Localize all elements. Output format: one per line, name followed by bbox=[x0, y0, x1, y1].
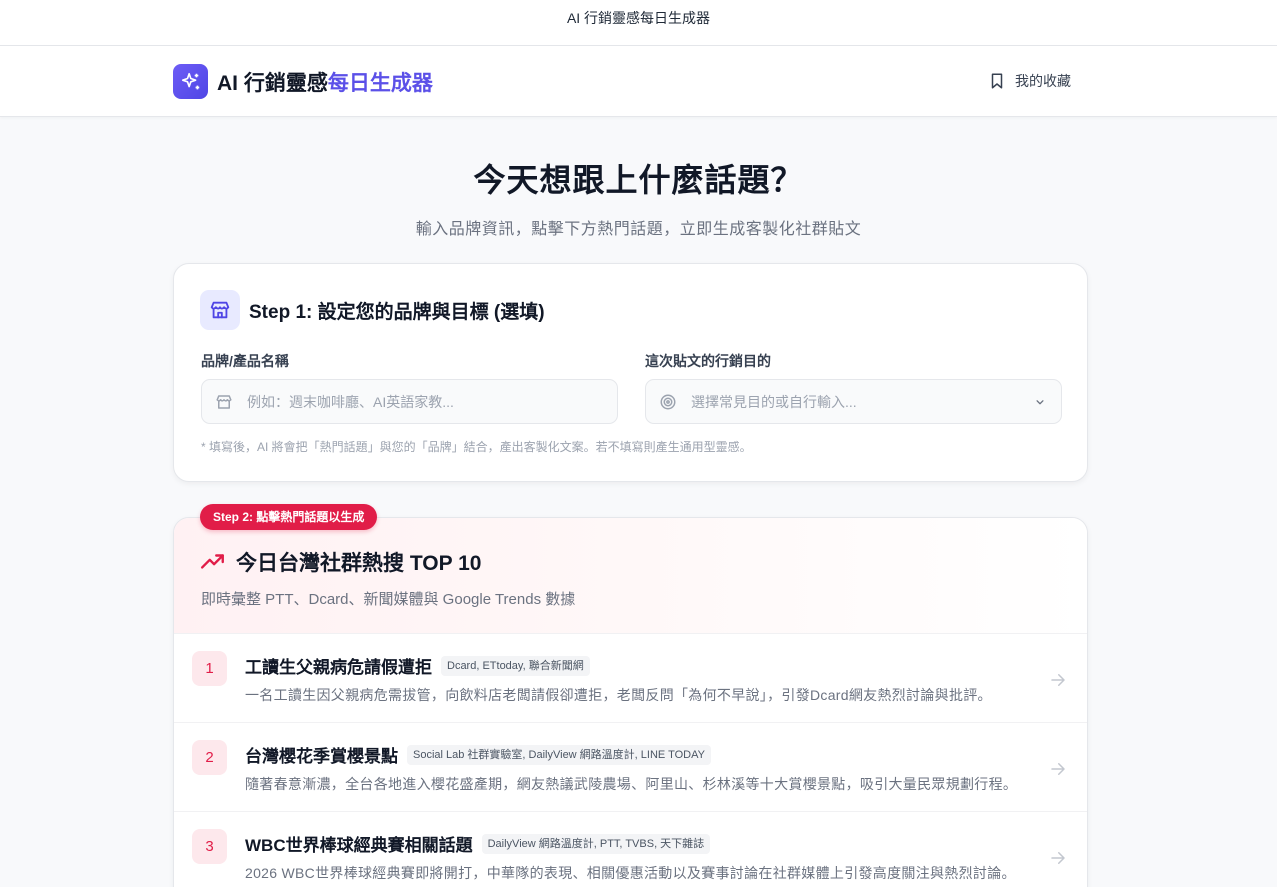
brand-title: AI 行銷靈感每日生成器 bbox=[217, 71, 433, 95]
trending-title: 今日台灣社群熱搜 TOP 10 bbox=[236, 552, 482, 575]
brand-name-field[interactable] bbox=[201, 379, 618, 424]
store-icon bbox=[200, 290, 240, 330]
trending-title-row: 今日台灣社群熱搜 TOP 10 bbox=[200, 547, 481, 577]
trending-up-icon bbox=[200, 554, 224, 569]
topic-rank: 3 bbox=[192, 829, 227, 864]
topic-item[interactable]: 2 台灣櫻花季賞櫻景點 Social Lab 社群實驗室, DailyView … bbox=[174, 723, 1087, 812]
store-icon bbox=[216, 394, 232, 409]
topic-rank: 1 bbox=[192, 651, 227, 686]
goal-field[interactable] bbox=[645, 379, 1062, 424]
step1-header: Step 1: 設定您的品牌與目標 (選填) bbox=[200, 290, 545, 330]
window-title: AI 行銷靈感每日生成器 bbox=[0, 0, 1277, 46]
favorites-label: 我的收藏 bbox=[1015, 73, 1071, 89]
topic-sources: Social Lab 社群實驗室, DailyView 網路溫度計, LINE … bbox=[407, 744, 711, 765]
arrow-right-icon[interactable] bbox=[1049, 760, 1067, 778]
goal-input[interactable] bbox=[691, 393, 1061, 410]
brand-name-label: 品牌/產品名稱 bbox=[201, 353, 289, 369]
topic-item[interactable]: 1 工讀生父親病危請假遭拒 Dcard, ETtoday, 聯合新聞網 一名工讀… bbox=[174, 634, 1087, 723]
topic-description: 一名工讀生因父親病危需拔管，向飲料店老闆請假卻遭拒，老闆反問「為何不早說」，引發… bbox=[245, 687, 992, 703]
bookmark-icon bbox=[991, 73, 1003, 89]
trending-card: 今日台灣社群熱搜 TOP 10 即時彙整 PTT、Dcard、新聞媒體與 Goo… bbox=[173, 517, 1088, 887]
arrow-right-icon[interactable] bbox=[1049, 671, 1067, 689]
favorites-link[interactable]: 我的收藏 bbox=[988, 71, 1071, 91]
topic-sources: Dcard, ETtoday, 聯合新聞網 bbox=[441, 655, 590, 676]
step1-hint: * 填寫後，AI 將會把「熱門話題」與您的「品牌」結合，產出客製化文案。若不填寫… bbox=[201, 440, 752, 454]
sparkles-icon bbox=[173, 64, 208, 99]
navbar: AI 行銷靈感每日生成器 我的收藏 bbox=[0, 46, 1277, 117]
chevron-down-icon[interactable] bbox=[1033, 395, 1047, 409]
page-title: 今天想跟上什麼話題？ bbox=[473, 162, 804, 198]
topic-description: 隨著春意漸濃，全台各地進入櫻花盛產期，網友熱議武陵農場、阿里山、杉林溪等十大賞櫻… bbox=[245, 776, 1018, 792]
step2-badge: Step 2: 點擊熱門話題以生成 bbox=[200, 504, 378, 530]
topic-title: 工讀生父親病危請假遭拒 bbox=[245, 658, 432, 677]
topic-sources: DailyView 網路溫度計, PTT, TVBS, 天下雜誌 bbox=[481, 833, 711, 854]
goal-label: 這次貼文的行銷目的 bbox=[645, 353, 771, 369]
trending-subtitle: 即時彙整 PTT、Dcard、新聞媒體與 Google Trends 數據 bbox=[201, 591, 576, 608]
step1-card: Step 1: 設定您的品牌與目標 (選填) 品牌/產品名稱 這次貼文的行銷目的… bbox=[173, 263, 1088, 482]
arrow-right-icon[interactable] bbox=[1049, 849, 1067, 867]
topic-item[interactable]: 3 WBC世界棒球經典賽相關話題 DailyView 網路溫度計, PTT, T… bbox=[174, 812, 1087, 887]
topic-description: 2026 WBC世界棒球經典賽即將開打，中華隊的表現、相關優惠活動以及賽事討論在… bbox=[245, 865, 1016, 881]
trending-header: 今日台灣社群熱搜 TOP 10 即時彙整 PTT、Dcard、新聞媒體與 Goo… bbox=[174, 518, 1087, 634]
step1-title: Step 1: 設定您的品牌與目標 (選填) bbox=[249, 301, 545, 323]
target-icon bbox=[660, 394, 676, 409]
topic-title: 台灣櫻花季賞櫻景點 bbox=[245, 747, 398, 766]
hero: 今天想跟上什麼話題？ 輸入品牌資訊，點擊下方熱門話題，立即生成客製化社群貼文 bbox=[0, 155, 1277, 239]
brand-name-input[interactable] bbox=[247, 393, 617, 410]
topic-title: WBC世界棒球經典賽相關話題 bbox=[245, 836, 473, 855]
brand[interactable]: AI 行銷靈感每日生成器 bbox=[173, 64, 433, 99]
topic-rank: 2 bbox=[192, 740, 227, 775]
page-subtitle: 輸入品牌資訊，點擊下方熱門話題，立即生成客製化社群貼文 bbox=[415, 221, 862, 238]
